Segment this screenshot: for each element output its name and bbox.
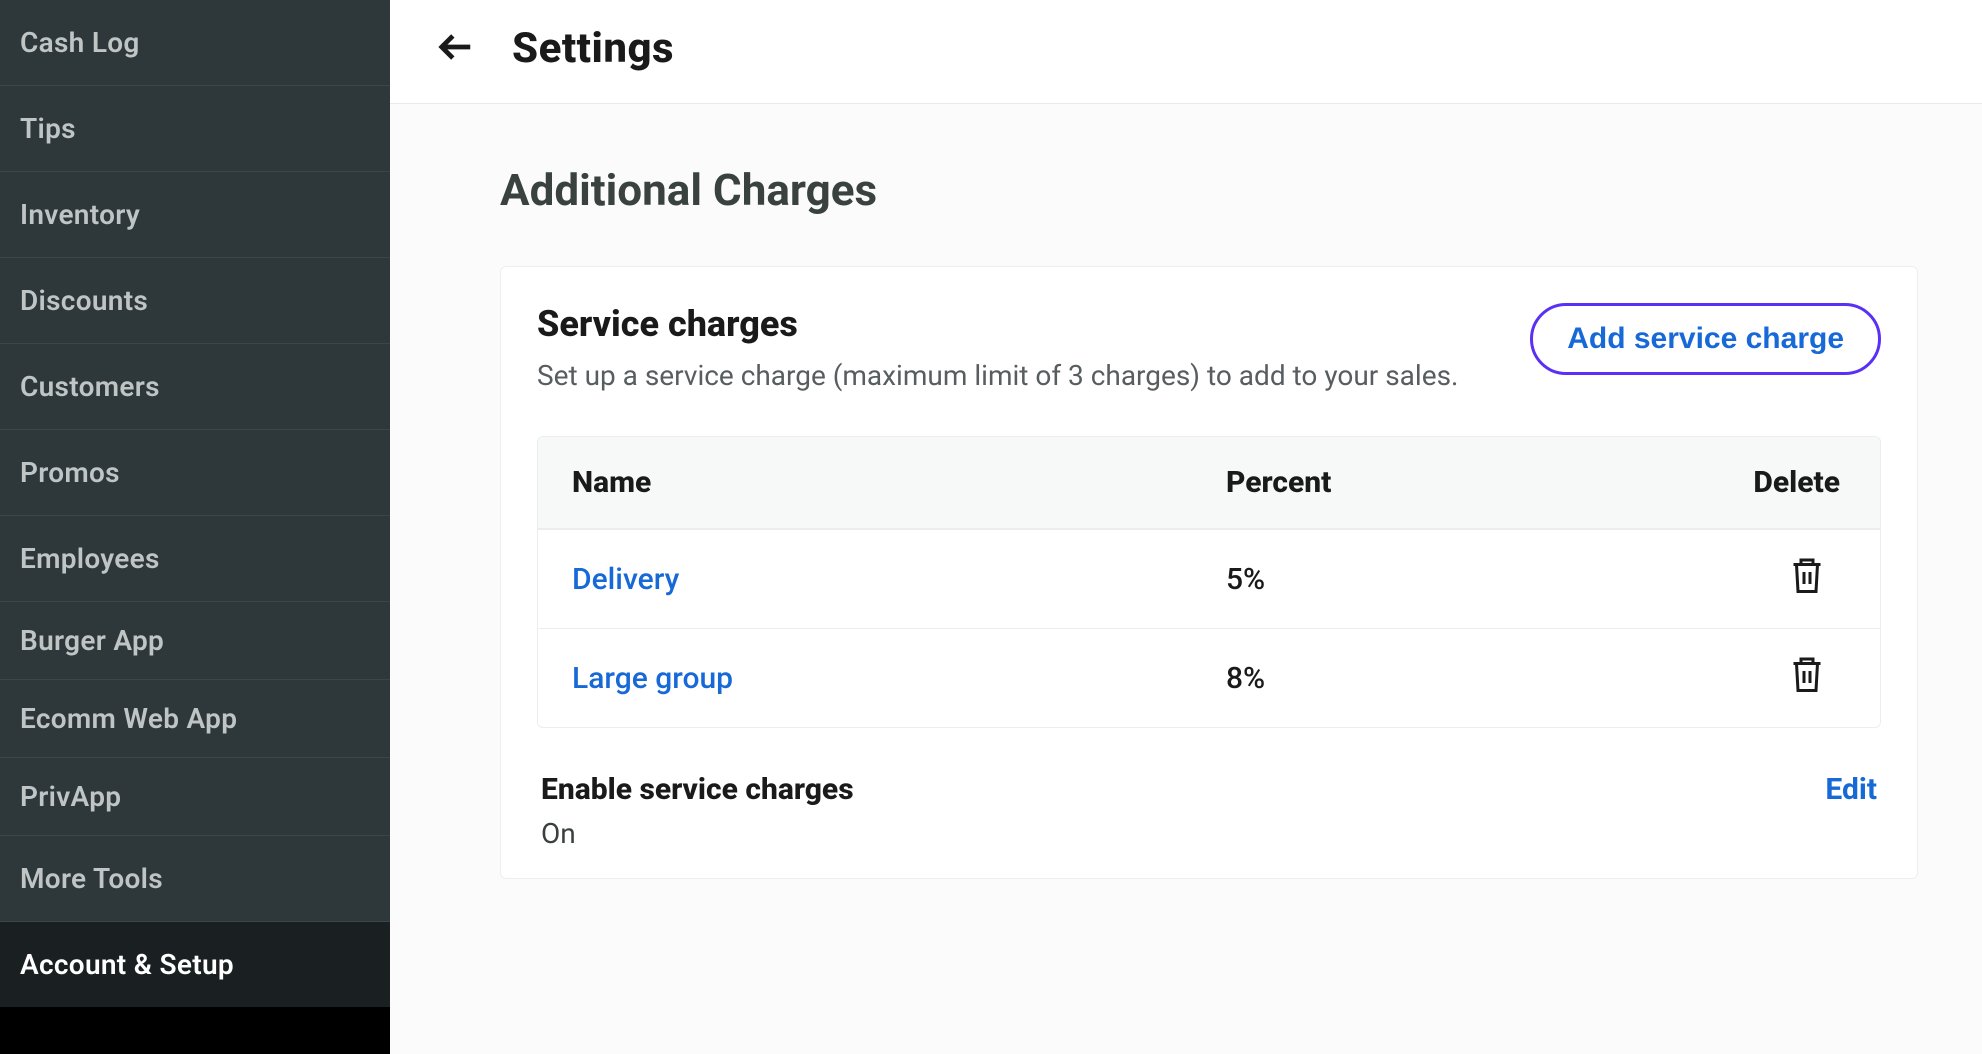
column-header-delete: Delete (1586, 465, 1846, 500)
page-title: Additional Charges (500, 164, 1918, 216)
service-charge-percent: 5% (1226, 562, 1586, 597)
sidebar-item-promos[interactable]: Promos (0, 429, 390, 515)
column-header-percent: Percent (1226, 465, 1586, 500)
page-header-title: Settings (512, 24, 674, 73)
add-service-charge-button[interactable]: Add service charge (1530, 303, 1881, 375)
enable-service-charges-edit-link[interactable]: Edit (1825, 772, 1877, 807)
delete-service-charge-button[interactable] (1786, 558, 1828, 600)
main: Settings Additional Charges Service char… (390, 0, 1982, 1054)
service-charge-name-link[interactable]: Delivery (572, 562, 1226, 597)
sidebar: Cash Log Tips Inventory Discounts Custom… (0, 0, 390, 1054)
topbar: Settings (390, 0, 1982, 104)
service-charges-card: Service charges Set up a service charge … (500, 266, 1918, 879)
back-button[interactable] (434, 27, 478, 71)
sidebar-item-employees[interactable]: Employees (0, 515, 390, 601)
sidebar-bottom-bar (0, 1007, 390, 1054)
arrow-left-icon (437, 28, 475, 70)
enable-service-charges-status: On (541, 817, 854, 850)
service-charge-name-link[interactable]: Large group (572, 661, 1226, 696)
service-charges-description: Set up a service charge (maximum limit o… (537, 359, 1458, 392)
trash-icon (1789, 654, 1825, 702)
sidebar-item-customers[interactable]: Customers (0, 343, 390, 429)
sidebar-item-tips[interactable]: Tips (0, 85, 390, 171)
service-charge-percent: 8% (1226, 661, 1586, 696)
sidebar-item-inventory[interactable]: Inventory (0, 171, 390, 257)
sidebar-item-cash-log[interactable]: Cash Log (0, 0, 390, 85)
sidebar-item-ecomm-web-app[interactable]: Ecomm Web App (0, 679, 390, 757)
sidebar-item-account-setup[interactable]: Account & Setup (0, 921, 390, 1007)
sidebar-item-discounts[interactable]: Discounts (0, 257, 390, 343)
service-charges-heading: Service charges (537, 303, 1458, 345)
table-row: Delivery 5% (538, 529, 1880, 628)
sidebar-item-privapp[interactable]: PrivApp (0, 757, 390, 835)
content: Additional Charges Service charges Set u… (390, 104, 1982, 879)
enable-service-charges-row: Enable service charges On Edit (537, 772, 1881, 850)
service-charges-table: Name Percent Delete Delivery 5% (537, 436, 1881, 728)
sidebar-item-more-tools[interactable]: More Tools (0, 835, 390, 921)
table-header: Name Percent Delete (538, 437, 1880, 529)
service-charges-header: Service charges Set up a service charge … (537, 303, 1881, 392)
delete-service-charge-button[interactable] (1786, 657, 1828, 699)
trash-icon (1789, 555, 1825, 603)
enable-service-charges-label: Enable service charges (541, 772, 854, 807)
column-header-name: Name (572, 465, 1226, 500)
table-row: Large group 8% (538, 628, 1880, 727)
sidebar-item-burger-app[interactable]: Burger App (0, 601, 390, 679)
